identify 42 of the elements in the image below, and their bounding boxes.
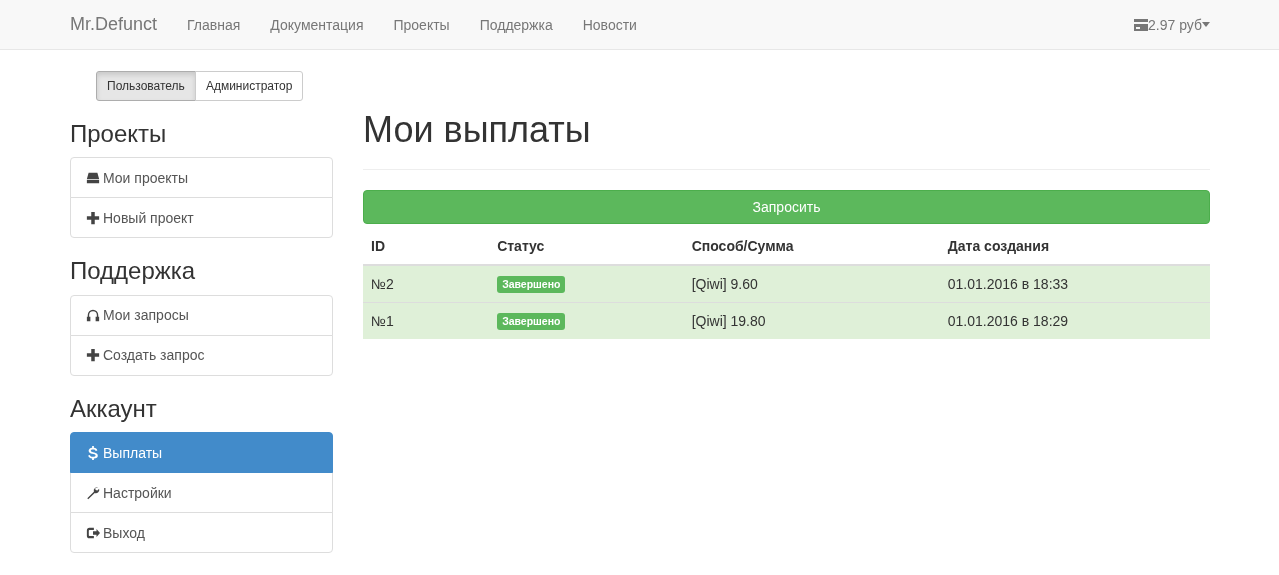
- plus-icon: [86, 348, 100, 363]
- sidebar-item[interactable]: Выход: [70, 512, 333, 554]
- balance-dropdown[interactable]: 2.97 руб: [1148, 16, 1202, 33]
- status-label: Завершено: [497, 275, 566, 293]
- status-label: Завершено: [497, 312, 566, 330]
- brand-link[interactable]: Mr.Defunct: [70, 14, 158, 35]
- column-header: Статус: [489, 227, 684, 265]
- caret-icon: [1202, 22, 1210, 27]
- sidebar-item[interactable]: Новый проект: [70, 197, 333, 239]
- card-icon: [1134, 18, 1149, 31]
- logout-icon: [86, 525, 100, 540]
- column-header: ID: [363, 227, 490, 265]
- table-cell: №2: [363, 264, 490, 303]
- column-header: Дата создания: [939, 227, 1210, 265]
- nav-link[interactable]: Проекты: [378, 16, 465, 33]
- request-button[interactable]: Запросить: [363, 189, 1210, 224]
- table-cell: [Qiwi] 9.60: [683, 264, 940, 303]
- sidebar-heading: Поддержка: [70, 258, 197, 285]
- drive-icon: [86, 170, 100, 185]
- sidebar-heading: Проекты: [70, 121, 168, 148]
- table-cell: [Qiwi] 19.80: [683, 302, 940, 339]
- table-cell: №1: [363, 302, 490, 339]
- sidebar-heading: Аккаунт: [70, 395, 158, 423]
- role-toggle-button[interactable]: Пользователь: [96, 71, 196, 101]
- nav-link[interactable]: Новости: [567, 16, 652, 33]
- sidebar-item[interactable]: Выплаты: [70, 432, 333, 474]
- headphones-icon: [86, 308, 100, 323]
- sidebar-item[interactable]: Создать запрос: [70, 334, 333, 376]
- table-cell: 01.01.2016 в 18:33: [939, 264, 1210, 303]
- table-cell: 01.01.2016 в 18:29: [939, 302, 1210, 339]
- nav-link[interactable]: Документация: [255, 16, 379, 33]
- role-toggle-button[interactable]: Администратор: [194, 71, 304, 101]
- wrench-icon: [86, 485, 100, 500]
- nav-link[interactable]: Поддержка: [464, 16, 568, 33]
- plus-icon: [86, 210, 100, 225]
- dollar-icon: [86, 445, 100, 460]
- column-header: Способ/Сумма: [683, 227, 940, 265]
- sidebar-item[interactable]: Мои запросы: [70, 294, 333, 336]
- nav-link[interactable]: Главная: [172, 16, 256, 33]
- page-title: Мои выплаты: [363, 108, 592, 150]
- sidebar-item[interactable]: Мои проекты: [70, 157, 333, 199]
- sidebar-item[interactable]: Настройки: [70, 472, 333, 514]
